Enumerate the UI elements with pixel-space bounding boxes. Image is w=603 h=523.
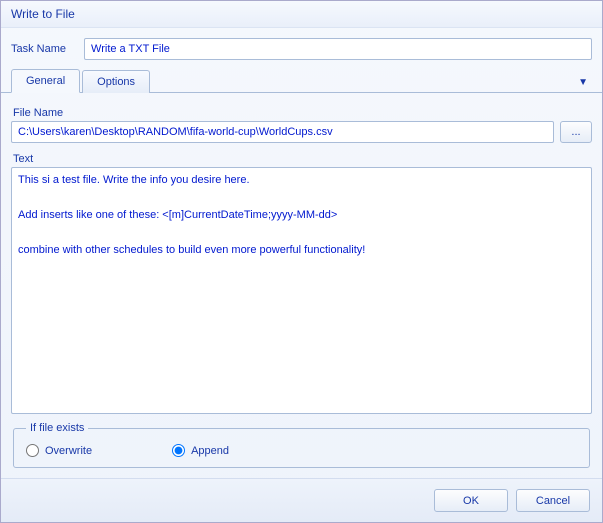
cancel-button[interactable]: Cancel	[516, 489, 590, 512]
radio-append[interactable]: Append	[172, 444, 229, 457]
radio-overwrite[interactable]: Overwrite	[26, 444, 92, 457]
tab-content-general: File Name ... Text If file exists Overwr…	[1, 93, 602, 478]
browse-button[interactable]: ...	[560, 121, 592, 143]
if-file-exists-group: If file exists Overwrite Append	[13, 422, 590, 468]
tab-general[interactable]: General	[11, 69, 80, 93]
dialog-title: Write to File	[1, 1, 602, 28]
text-label: Text	[13, 153, 592, 165]
text-input[interactable]	[11, 167, 592, 414]
ok-button[interactable]: OK	[434, 489, 508, 512]
file-name-label: File Name	[13, 107, 592, 119]
radio-overwrite-label: Overwrite	[45, 445, 92, 457]
radio-row: Overwrite Append	[26, 444, 577, 457]
write-to-file-dialog: Write to File Task Name General Options …	[0, 0, 603, 523]
dialog-buttons: OK Cancel	[1, 478, 602, 522]
radio-overwrite-input[interactable]	[26, 444, 39, 457]
radio-append-input[interactable]	[172, 444, 185, 457]
task-name-input[interactable]	[84, 38, 592, 60]
tabs-dropdown-icon[interactable]: ▼	[578, 77, 588, 92]
radio-append-label: Append	[191, 445, 229, 457]
task-name-row: Task Name	[1, 28, 602, 68]
file-name-row: ...	[11, 121, 592, 143]
file-name-input[interactable]	[11, 121, 554, 143]
tabs: General Options ▼	[1, 68, 602, 93]
if-file-exists-legend: If file exists	[26, 422, 88, 434]
tab-options[interactable]: Options	[82, 70, 150, 93]
task-name-label: Task Name	[11, 43, 66, 55]
